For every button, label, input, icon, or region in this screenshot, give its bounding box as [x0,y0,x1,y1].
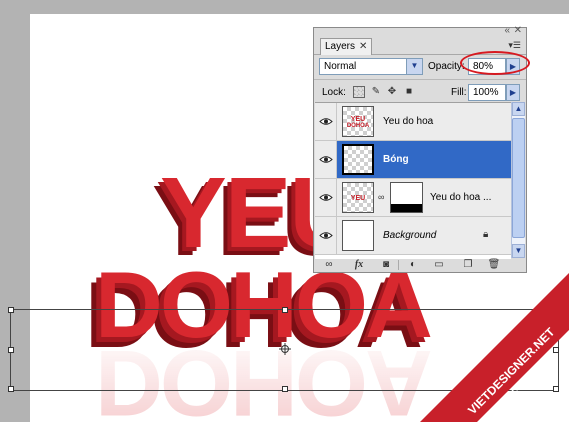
watermark-ribbon [420,273,569,422]
watermark: VIETDESIGNER.NET TUTORIAL [420,273,569,422]
